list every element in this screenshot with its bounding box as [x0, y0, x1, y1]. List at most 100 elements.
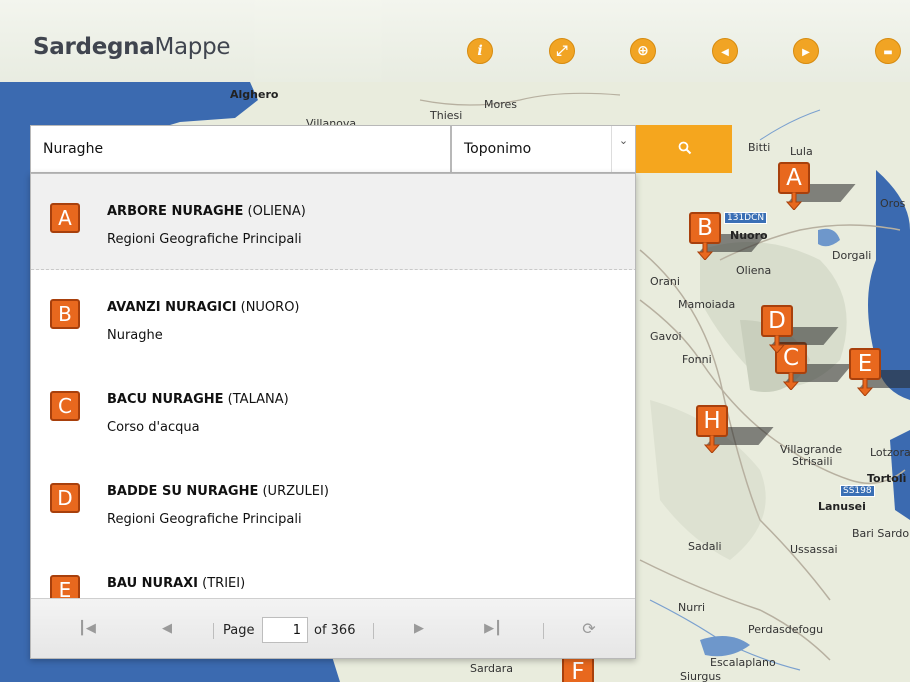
place-label: Escalaplano: [710, 656, 776, 669]
place-label: Alghero: [230, 88, 279, 101]
last-page-icon[interactable]: ▶┃: [483, 619, 503, 639]
result-item[interactable]: D BADDE SU NURAGHE (URZULEI) Regioni Geo…: [31, 454, 635, 550]
result-name: BACU NURAGHE: [107, 392, 224, 407]
place-label: Oliena: [736, 264, 772, 277]
search-button[interactable]: [636, 125, 732, 173]
first-page-icon[interactable]: ┃◀: [77, 619, 97, 639]
result-letter-badge: E: [50, 575, 80, 598]
app-header: SardegnaMappe i ⤢ ⊕ ◀ ▶ ▬: [0, 0, 910, 82]
map-marker-a[interactable]: A: [778, 162, 856, 210]
map-marker-d[interactable]: D: [761, 305, 839, 353]
result-place: (TALANA): [227, 392, 289, 407]
place-label: Lotzora: [870, 446, 910, 459]
refresh-icon[interactable]: ⟳: [579, 619, 599, 639]
marker-letter: D: [761, 305, 793, 337]
marker-letter: B: [689, 212, 721, 244]
result-category: Nuraghe: [107, 328, 163, 343]
page-label: Page: [223, 623, 255, 638]
search-type-select[interactable]: Toponimo ⌄: [451, 125, 636, 173]
result-category: Regioni Geografiche Principali: [107, 232, 302, 247]
result-place: (TRIEI): [202, 576, 246, 591]
previous-page-icon[interactable]: ◀: [157, 619, 177, 639]
page-total: of 366: [314, 623, 356, 638]
result-name: BADDE SU NURAGHE: [107, 484, 259, 499]
chevron-down-icon[interactable]: ⌄: [611, 126, 635, 172]
arrow-right-icon: ▶: [802, 47, 810, 58]
result-item[interactable]: C BACU NURAGHE (TALANA) Corso d'acqua: [31, 362, 635, 458]
result-title: BADDE SU NURAGHE (URZULEI): [107, 484, 329, 499]
result-title: BAU NURAXI (TRIEI): [107, 576, 245, 591]
place-label: Gavoi: [650, 330, 682, 343]
place-label: Siurgus: [680, 670, 722, 682]
map-marker-b[interactable]: B: [689, 212, 767, 260]
brand-light: Mappe: [154, 34, 231, 60]
next-page-icon[interactable]: ▶: [409, 619, 429, 639]
place-label: Sardara: [470, 662, 514, 675]
place-label: Sadali: [688, 540, 722, 553]
brand-bold: Sardegna: [33, 34, 155, 60]
result-letter-badge: D: [50, 483, 80, 513]
measure-button[interactable]: ▬: [875, 38, 901, 64]
marker-letter: A: [778, 162, 810, 194]
info-icon: i: [477, 43, 483, 59]
road-badge: 131DCN: [724, 212, 768, 224]
search-results-panel: A ARBORE NURAGHE (OLIENA) Regioni Geogra…: [30, 173, 636, 659]
result-item[interactable]: A ARBORE NURAGHE (OLIENA) Regioni Geogra…: [31, 174, 635, 270]
next-extent-button[interactable]: ▶: [793, 38, 819, 64]
place-label: Thiesi: [430, 109, 463, 122]
result-category: Corso d'acqua: [107, 420, 200, 435]
result-place: (URZULEI): [262, 484, 329, 499]
marker-letter: H: [696, 405, 728, 437]
place-label: Tortolì: [867, 472, 907, 485]
full-extent-button[interactable]: ⤢: [549, 38, 575, 64]
marker-letter: F: [562, 656, 594, 682]
arrow-down-icon: [697, 242, 713, 260]
result-item[interactable]: E BAU NURAXI (TRIEI): [31, 546, 635, 598]
arrow-down-icon: [704, 435, 720, 453]
map-marker-f[interactable]: F: [562, 656, 596, 682]
pager-separator: [213, 623, 214, 639]
place-label: Lanusei: [818, 500, 866, 513]
result-place: (OLIENA): [247, 204, 306, 219]
arrow-down-icon: [786, 192, 802, 210]
place-label: Bari Sardo: [852, 527, 910, 540]
arrow-down-icon: [857, 378, 873, 396]
result-item[interactable]: B AVANZI NURAGICI (NUORO) Nuraghe: [31, 270, 635, 366]
result-letter-badge: C: [50, 391, 80, 421]
place-label: Mamoiada: [678, 298, 736, 311]
place-label: Dorgali: [832, 249, 872, 262]
result-name: ARBORE NURAGHE: [107, 204, 244, 219]
result-title: BACU NURAGHE (TALANA): [107, 392, 289, 407]
marker-letter: E: [849, 348, 881, 380]
search-type-value: Toponimo: [464, 141, 532, 157]
arrow-left-icon: ◀: [721, 47, 729, 58]
result-place: (NUORO): [240, 300, 300, 315]
place-label: Bitti: [748, 141, 771, 154]
app-logo: SardegnaMappe: [33, 34, 231, 60]
place-label: Lula: [790, 145, 813, 158]
place-label: Fonni: [682, 353, 712, 366]
results-list[interactable]: A ARBORE NURAGHE (OLIENA) Regioni Geogra…: [31, 174, 635, 598]
zoom-in-button[interactable]: ⊕: [630, 38, 656, 64]
result-name: BAU NURAXI: [107, 576, 199, 591]
arrow-down-icon: [769, 335, 785, 353]
place-label: Ussassai: [790, 543, 838, 556]
info-button[interactable]: i: [467, 38, 493, 64]
search-input[interactable]: [30, 125, 451, 173]
result-letter-badge: B: [50, 299, 80, 329]
page-number-input[interactable]: [262, 617, 308, 643]
place-label: Strisaili: [792, 455, 833, 468]
pager-separator: [373, 623, 374, 639]
pager-separator: [543, 623, 544, 639]
result-title: AVANZI NURAGICI (NUORO): [107, 300, 300, 315]
full-extent-icon: ⤢: [556, 43, 568, 59]
search-icon: [678, 141, 692, 155]
place-label: Oros: [880, 197, 906, 210]
previous-extent-button[interactable]: ◀: [712, 38, 738, 64]
pagination-toolbar: ┃◀ ◀ Page of 366 ▶ ▶┃ ⟳: [31, 598, 635, 658]
result-title: ARBORE NURAGHE (OLIENA): [107, 204, 306, 219]
arrow-down-icon: [783, 372, 799, 390]
place-label: Perdasdefogu: [748, 623, 824, 636]
map-marker-e[interactable]: E: [849, 348, 910, 396]
map-marker-h[interactable]: H: [696, 405, 774, 453]
